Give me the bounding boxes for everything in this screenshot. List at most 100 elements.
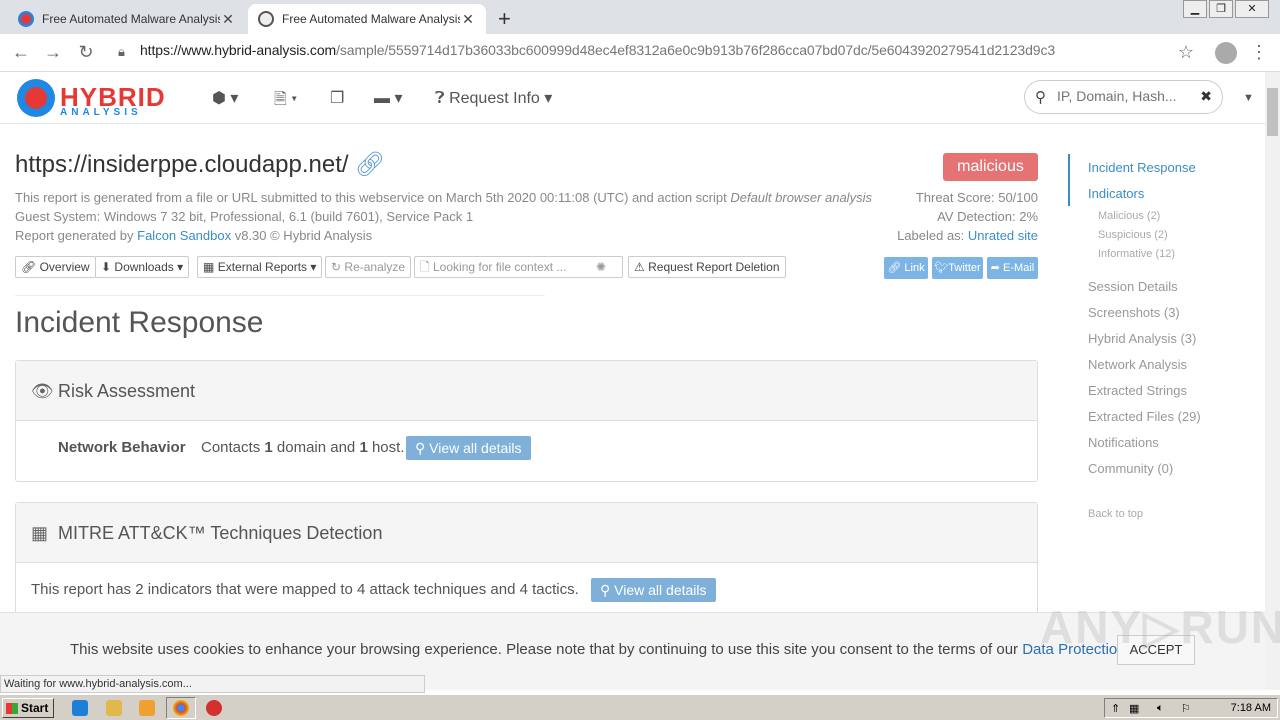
media-player-icon[interactable]: [139, 700, 155, 716]
stop-icon[interactable]: [206, 700, 222, 716]
sidebar-item-malicious[interactable]: Malicious (2): [1098, 210, 1160, 222]
share-twitter-button[interactable]: 🐦︎Twitter: [932, 257, 983, 279]
sidebar-item-hybrid-analysis[interactable]: Hybrid Analysis (3): [1088, 331, 1196, 346]
browser-tab-active[interactable]: Free Automated Malware Analysis Se ✕: [248, 4, 486, 34]
view-all-details-button[interactable]: ⚲ View all details: [406, 436, 531, 460]
download-icon: ⬇: [101, 260, 112, 274]
tray-arrow-icon[interactable]: ⇑: [1111, 702, 1120, 715]
profile-avatar-icon[interactable]: [1215, 42, 1237, 64]
request-info-menu[interactable]: ❓︎ Request Info ▾: [435, 88, 552, 108]
cube-menu-icon[interactable]: ⬢ ▾: [212, 88, 238, 108]
meta-text: v8.30 © Hybrid Analysis: [231, 228, 373, 243]
system-tray: ⇑ ▦ 🔈︎ ⚐ 7:18 AM: [1104, 698, 1278, 718]
minimize-window-button[interactable]: ▁: [1183, 0, 1207, 18]
explorer-folder-icon[interactable]: [106, 700, 122, 716]
browser-tab-strip: Free Automated Malware Analysis Se ✕ Fre…: [0, 0, 1280, 34]
volume-icon[interactable]: 🔈︎: [1157, 702, 1164, 715]
question-circle-icon: ❓︎: [435, 90, 445, 107]
panel-header: 👁︎ Risk Assessment: [16, 361, 1037, 421]
overview-button[interactable]: 🔗︎ Overview: [15, 256, 96, 278]
panel-title: MITRE ATT&CK™ Techniques Detection: [58, 523, 383, 543]
nb-domain-count: 1: [264, 439, 273, 456]
request-deletion-button[interactable]: ⚠ Request Report Deletion: [628, 256, 786, 278]
view-all-details-button[interactable]: ⚲ View all details: [591, 578, 716, 602]
cookie-message: This website uses cookies to enhance you…: [70, 641, 1023, 658]
page-scrollbar[interactable]: [1265, 72, 1280, 690]
mitre-attack-panel: ▦ MITRE ATT&CK™ Techniques Detection Thi…: [15, 502, 1038, 622]
external-reports-button[interactable]: ▦ External Reports ▾: [197, 256, 323, 278]
nb-text: Contacts: [201, 439, 265, 456]
mitre-summary-text: This report has 2 indicators that were m…: [31, 581, 579, 598]
overview-label: Overview: [39, 260, 90, 274]
sidebar-item-notifications[interactable]: Notifications: [1088, 435, 1159, 450]
warning-icon: ⚠: [634, 260, 645, 274]
folder-menu-icon[interactable]: ▬ ▾: [374, 88, 402, 108]
file-icon: 🗋︎: [420, 260, 430, 274]
table-icon: ▦: [31, 523, 49, 543]
url-field[interactable]: https://www.hybrid-analysis.com/sample/5…: [140, 42, 1055, 58]
downloads-button[interactable]: ⬇ Downloads ▾: [95, 256, 190, 278]
bookmark-star-icon[interactable]: ☆: [1175, 42, 1197, 63]
flag-icon[interactable]: ⚐: [1181, 702, 1191, 715]
tab-title: Free Automated Malware Analysis Se: [282, 12, 460, 26]
share-link-button[interactable]: 🔗︎ Link: [884, 257, 928, 279]
sidebar-item-screenshots[interactable]: Screenshots (3): [1088, 305, 1180, 320]
sidebar-item-informative[interactable]: Informative (12): [1098, 248, 1175, 260]
scrollbar-thumb[interactable]: [1267, 88, 1278, 136]
downloads-label: Downloads: [114, 260, 174, 274]
ie-icon[interactable]: [72, 700, 88, 716]
start-button[interactable]: Start: [2, 698, 54, 718]
risk-assessment-panel: 👁︎ Risk Assessment Network Behavior Cont…: [15, 360, 1038, 482]
lock-icon[interactable]: 🔒︎: [118, 44, 125, 60]
external-reports-label: External Reports: [217, 260, 308, 274]
sidebar-item-extracted-strings[interactable]: Extracted Strings: [1088, 383, 1187, 398]
reanalyze-button[interactable]: ↻ Re-analyze: [325, 256, 412, 278]
sidebar-item-extracted-files[interactable]: Extracted Files (29): [1088, 409, 1201, 424]
hybrid-analysis-logo-icon[interactable]: [17, 79, 55, 117]
sidebar-item-incident-response[interactable]: Incident Response: [1088, 160, 1196, 175]
url-host: https://www.hybrid-analysis.com: [140, 42, 337, 58]
sidebar-item-suspicious[interactable]: Suspicious (2): [1098, 229, 1168, 241]
meta-text: Report generated by: [15, 228, 138, 243]
chrome-icon: [173, 700, 189, 716]
sidebar-item-indicators[interactable]: Indicators: [1088, 186, 1144, 201]
reload-icon[interactable]: ↻: [75, 42, 97, 63]
sidebar-item-network-analysis[interactable]: Network Analysis: [1088, 357, 1187, 372]
share-link-label: Link: [904, 262, 925, 274]
windows-taskbar: Start ⇑ ▦ 🔈︎ ⚐ 7:18 AM: [0, 694, 1280, 720]
back-arrow-icon[interactable]: ←: [10, 42, 32, 63]
request-info-label: Request Info: [449, 90, 540, 107]
header-dropdown-caret-icon[interactable]: ▼: [1243, 92, 1254, 104]
close-tab-icon[interactable]: ✕: [220, 11, 236, 28]
file-context-button[interactable]: 🗋︎ Looking for file context ... ✺: [414, 256, 623, 278]
search-input[interactable]: [1057, 88, 1197, 104]
new-tab-button[interactable]: +: [498, 6, 511, 32]
globe-icon: [258, 11, 274, 27]
clock: 7:18 AM: [1230, 702, 1271, 714]
reanalyze-label: Re-analyze: [344, 260, 406, 274]
view-details-label: View all details: [614, 582, 707, 598]
refresh-icon: ↻: [331, 260, 342, 274]
logo-subtext: ANALYSIS: [60, 107, 142, 118]
close-window-button[interactable]: ✕: [1235, 0, 1269, 18]
copy-files-icon[interactable]: ❐: [330, 88, 344, 108]
falcon-sandbox-link[interactable]: Falcon Sandbox: [137, 228, 231, 243]
network-icon[interactable]: ▦: [1129, 702, 1139, 715]
chrome-taskbar-button[interactable]: [166, 697, 196, 719]
chain-link-icon[interactable]: 🔗︎: [355, 151, 385, 178]
sidebar-item-community[interactable]: Community (0): [1088, 461, 1173, 476]
close-tab-icon[interactable]: ✕: [460, 11, 476, 28]
forward-arrow-icon[interactable]: →: [42, 42, 64, 63]
sidebar-item-session-details[interactable]: Session Details: [1088, 279, 1178, 294]
browser-tab[interactable]: Free Automated Malware Analysis Se ✕: [8, 4, 246, 34]
link-icon: 🔗︎: [887, 262, 902, 274]
browser-menu-icon[interactable]: ⋮: [1248, 42, 1270, 63]
divider: [15, 295, 545, 296]
clear-search-icon[interactable]: ✖: [1200, 88, 1212, 105]
network-behavior-label: Network Behavior: [58, 439, 186, 456]
file-upload-menu-icon[interactable]: 🗎︎ ▾: [274, 88, 297, 115]
maximize-window-button[interactable]: ❐: [1209, 0, 1233, 18]
share-email-button[interactable]: ➦ E-Mail: [987, 257, 1038, 279]
back-to-top-link[interactable]: Back to top: [1088, 508, 1143, 520]
unrated-site-link[interactable]: Unrated site: [968, 228, 1038, 243]
